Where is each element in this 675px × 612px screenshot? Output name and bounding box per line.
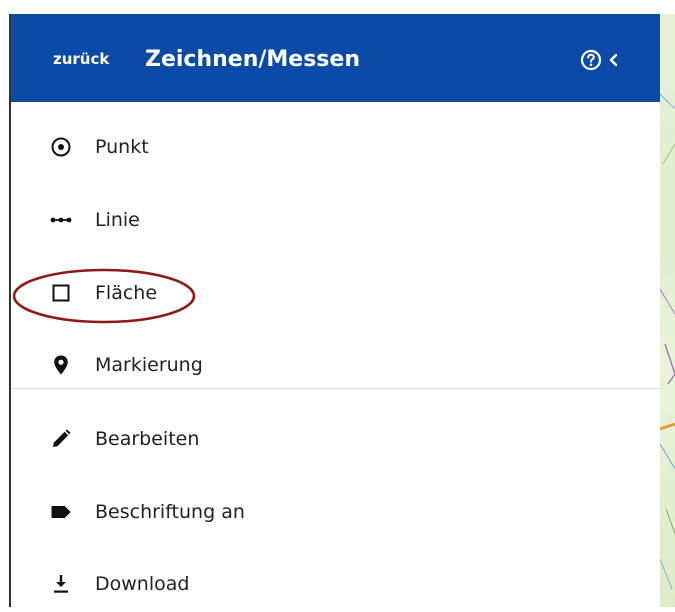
menu-item-label: Markierung [95, 354, 203, 376]
back-link[interactable]: zurück [53, 50, 109, 68]
menu-item-flaeche[interactable]: Fläche [11, 265, 660, 321]
map-marker-icon [49, 353, 73, 377]
menu-divider [11, 388, 660, 389]
menu-item-punkt[interactable]: Punkt [11, 119, 660, 175]
map-background[interactable] [660, 14, 675, 607]
menu-item-linie[interactable]: Linie [11, 192, 660, 248]
menu-item-label: Fläche [95, 282, 158, 304]
menu-item-label: Beschriftung an [95, 501, 245, 523]
square-outline-icon [49, 281, 73, 305]
panel-title: Zeichnen/Messen [145, 47, 360, 72]
help-icon[interactable] [579, 48, 603, 72]
line-dots-icon [49, 208, 73, 232]
menu-item-beschriftung[interactable]: Beschriftung an [11, 484, 660, 540]
draw-measure-panel: zurück Zeichnen/Messen Punkt Linie Fläch… [11, 14, 660, 607]
menu-item-label: Punkt [95, 136, 149, 158]
menu-item-download[interactable]: Download [11, 556, 660, 612]
label-tag-icon [49, 500, 73, 524]
map-lines [660, 93, 675, 590]
menu-item-label: Download [95, 573, 190, 595]
radio-point-icon [49, 135, 73, 159]
menu-item-label: Linie [95, 209, 140, 231]
pencil-icon [49, 427, 73, 451]
menu-item-label: Bearbeiten [95, 428, 200, 450]
menu-item-bearbeiten[interactable]: Bearbeiten [11, 411, 660, 467]
chevron-left-icon[interactable] [605, 50, 623, 70]
panel-header: zurück Zeichnen/Messen [11, 14, 660, 102]
download-icon [49, 572, 73, 596]
menu-item-markierung[interactable]: Markierung [11, 337, 660, 393]
